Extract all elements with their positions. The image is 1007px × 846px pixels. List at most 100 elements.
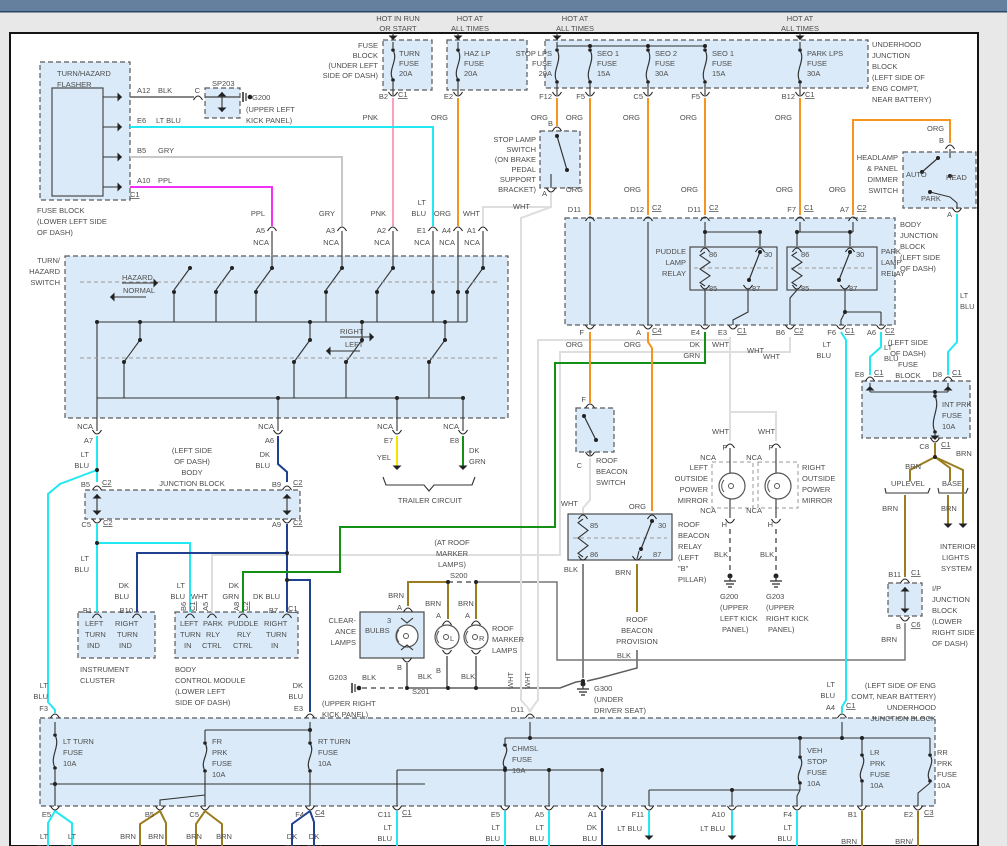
- diagram-label: LT: [68, 832, 77, 841]
- junction-dot: [214, 290, 218, 294]
- diagram-label: F: [579, 328, 584, 337]
- diagram-label: RELAY: [662, 269, 686, 278]
- diagram-label: C2: [293, 478, 303, 487]
- diagram-label: LT BLU: [700, 824, 725, 833]
- diagram-label: DK: [119, 581, 129, 590]
- diagram-label: BLU: [114, 592, 129, 601]
- diagram-label: FUSE: [807, 768, 827, 777]
- diagram-label: NCA: [374, 238, 390, 247]
- diagram-label: PILLAR): [678, 575, 707, 584]
- diagram-label: BRN: [148, 832, 164, 841]
- diagram-label: LT: [81, 450, 90, 459]
- junction-dot: [594, 438, 598, 442]
- diagram-label: FUSE: [807, 59, 827, 68]
- diagram-label: RT TURN: [318, 737, 351, 746]
- diagram-label: CTRL: [233, 641, 253, 650]
- fuse-terminal: [391, 78, 395, 82]
- junction-dot: [730, 788, 734, 792]
- stop-lamp-switch-box: [540, 131, 580, 188]
- diagram-label: FUSE: [532, 59, 552, 68]
- diagram-label: GRY: [319, 209, 335, 218]
- diagram-label: KICK PANEL): [322, 710, 369, 719]
- diagram-label: C1: [288, 604, 298, 613]
- junction-dot: [443, 320, 447, 324]
- diagram-label: LT: [418, 198, 427, 207]
- wiring-diagram-canvas: HOT IN RUNOR STARTHOT ATALL TIMESHOT ATA…: [0, 0, 1007, 846]
- diagram-label: IN: [271, 641, 279, 650]
- diagram-label: NCA: [746, 453, 762, 462]
- diagram-label: UPLEVEL: [891, 479, 925, 488]
- diagram-label: PRK: [212, 748, 227, 757]
- diagram-label: 10A: [63, 759, 76, 768]
- diagram-label: B5: [145, 810, 154, 819]
- diagram-label: BRN: [881, 635, 897, 644]
- diagram-label: (LEFT: [678, 553, 699, 562]
- diagram-label: IND: [119, 641, 133, 650]
- fuse-terminal: [703, 48, 707, 52]
- fuse-terminal: [646, 48, 650, 52]
- diagram-label: LT BLU: [156, 116, 181, 125]
- junction-dot: [308, 320, 312, 324]
- diagram-label: BRN: [216, 832, 232, 841]
- diagram-label: BEACON: [678, 531, 710, 540]
- fuse-terminal: [588, 80, 592, 84]
- diagram-label: BRN: [941, 504, 957, 513]
- diagram-label: C: [195, 86, 201, 95]
- junction-dot: [95, 541, 99, 545]
- diagram-label: ORG: [566, 340, 583, 349]
- junction-dot: [285, 578, 289, 582]
- diagram-label: LT: [384, 823, 393, 832]
- diagram-label: B: [436, 666, 441, 675]
- diagram-label: SWITCH: [596, 478, 626, 487]
- diagram-label: (LEFT SIDE OF ENG: [865, 681, 936, 690]
- lamp-symbol: [719, 473, 745, 499]
- diagram-label: BLU: [255, 461, 270, 470]
- diagram-label: FUSE: [870, 770, 890, 779]
- fuse-terminal: [555, 48, 559, 52]
- diagram-label: NCA: [746, 506, 762, 515]
- diagram-label: SWITCH: [506, 145, 536, 154]
- diagram-label: LT: [177, 581, 186, 590]
- diagram-label: FUSE: [512, 755, 532, 764]
- diagram-label: H: [768, 520, 773, 529]
- diagram-label: WHT: [523, 672, 532, 689]
- diagram-label: (LEFT SIDE: [900, 253, 940, 262]
- diagram-label: ORG: [434, 209, 451, 218]
- fuse-terminal: [308, 741, 312, 745]
- diagram-label: (ON BRAKE: [495, 155, 536, 164]
- fuse-terminal: [703, 80, 707, 84]
- junction-dot: [474, 580, 478, 584]
- junction-dot: [344, 360, 348, 364]
- diagram-label: ORG: [624, 185, 641, 194]
- diagram-label: JUNCTION BLOCK: [871, 714, 936, 723]
- junction-dot: [138, 338, 142, 342]
- junction-dot: [308, 338, 312, 342]
- diagram-label: 20A: [464, 69, 477, 78]
- diagram-label: BLOCK: [872, 62, 897, 71]
- diagram-label: BLK: [461, 672, 475, 681]
- junction-dot: [582, 414, 586, 418]
- diagram-label: MARKER: [436, 549, 469, 558]
- diagram-label: BLU: [288, 692, 303, 701]
- diagram-label: BRN: [956, 449, 972, 458]
- diagram-label: RIGHT SIDE: [932, 628, 975, 637]
- diagram-label: E2: [904, 810, 913, 819]
- diagram-label: SUPPORT: [500, 175, 537, 184]
- diagram-label: LT: [827, 680, 836, 689]
- diagram-label: ORG: [623, 113, 640, 122]
- diagram-label: A10: [137, 176, 150, 185]
- diagram-label: NCA: [700, 506, 716, 515]
- fuse-terminal: [53, 733, 57, 737]
- junction-dot: [758, 250, 762, 254]
- diagram-label: 86: [590, 550, 598, 559]
- diagram-label: C1: [845, 326, 855, 335]
- diagram-label: WHT: [191, 592, 208, 601]
- junction-dot: [837, 278, 841, 282]
- fuse-terminal: [53, 766, 57, 770]
- diagram-label: D11: [568, 205, 581, 214]
- diagram-label: OUTSIDE: [802, 474, 835, 483]
- diagram-label: 30: [658, 521, 666, 530]
- diagram-label: BLK: [617, 651, 631, 660]
- diagram-label: C6: [911, 620, 921, 629]
- title-bar: [0, 0, 1007, 11]
